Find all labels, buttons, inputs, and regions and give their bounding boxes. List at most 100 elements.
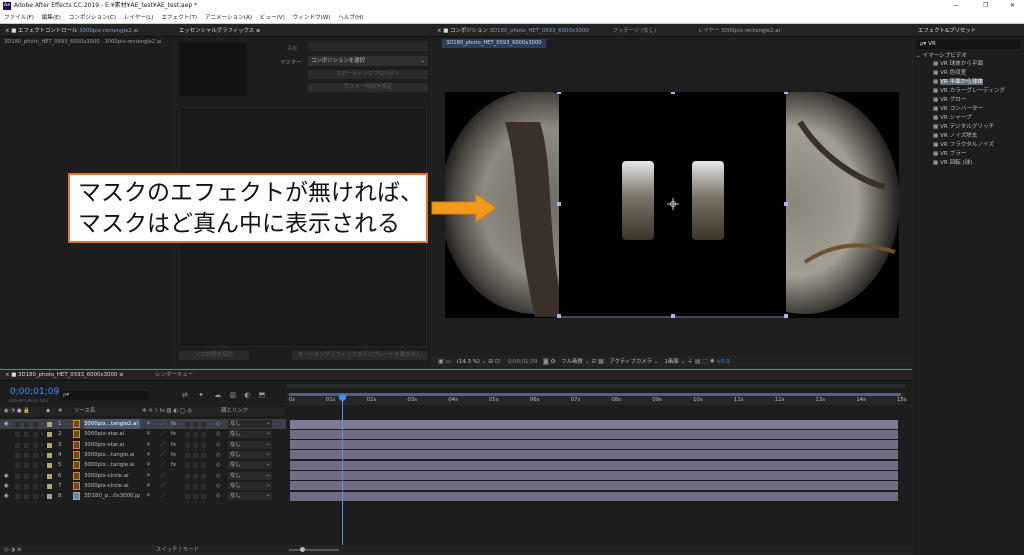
zoom-slider-knob[interactable] — [300, 547, 305, 552]
layer-row[interactable]: › 4 3000pix...tangle.ai ⚘ ／ fx ◎ なし ⌄ — [0, 450, 286, 460]
layer-name[interactable]: 3000pix...tangle.ai — [84, 460, 140, 470]
layer-label-color[interactable] — [47, 494, 52, 500]
layer-row[interactable]: › 5 3000pix...tangle.ai ⚘ ／ fx ◎ なし ⌄ — [0, 460, 286, 470]
layer-label-color[interactable] — [47, 432, 52, 438]
fx-switch-icon[interactable]: fx — [171, 440, 176, 450]
audio-toggle[interactable] — [15, 442, 20, 448]
solo-toggle[interactable] — [24, 494, 29, 500]
playhead[interactable] — [339, 393, 347, 545]
switch-box[interactable] — [185, 432, 190, 438]
fast-preview-icon[interactable]: ⏚ — [687, 356, 693, 367]
menu-help[interactable]: ヘルプ(H) — [338, 12, 363, 23]
layer-name[interactable]: 3000pix...tangle2.ai — [84, 419, 140, 429]
effect-item[interactable]: ▦ VR デジタルグリッチ — [933, 123, 1023, 132]
expand-arrow-icon[interactable]: › — [41, 491, 43, 501]
parent-pickwhip-icon[interactable]: ◎ — [216, 440, 221, 450]
switch-box[interactable] — [201, 473, 206, 479]
minimize-button[interactable]: — — [953, 0, 959, 12]
expand-arrow-icon[interactable]: › — [41, 440, 43, 450]
zoom-slider[interactable] — [289, 549, 339, 551]
switch-box[interactable] — [185, 422, 190, 427]
expand-arrow-icon[interactable]: › — [41, 419, 43, 429]
timeline-scrollbar[interactable] — [287, 384, 905, 388]
solo-toggle[interactable] — [24, 452, 29, 458]
menu-window[interactable]: ウィンドウ(W) — [293, 12, 331, 23]
time-ruler[interactable]: 0s 01s 02s 03s 04s 05s 06s 07s 08s 09s 10s 11s 12s 13… — [287, 393, 907, 405]
switch-box[interactable] — [193, 452, 198, 458]
layer-label-color[interactable] — [47, 483, 52, 489]
tab-render-queue[interactable]: レンダーキュー — [150, 370, 198, 380]
switch-box[interactable] — [185, 463, 190, 469]
render-time-icon[interactable]: ◎ ◑ ⊕ — [4, 545, 21, 555]
lock-toggle[interactable] — [33, 483, 38, 489]
expand-arrow-icon[interactable]: › — [41, 429, 43, 439]
layer-row[interactable]: ◉ › 6 3000pix-circle.ai ⚘ ／ ◎ なし ⌄ — [0, 471, 286, 481]
always-preview-icon[interactable]: ▣ — [438, 356, 444, 367]
layer-name[interactable]: 3000pix-star.ai — [84, 440, 140, 450]
layer-row[interactable]: › 2 3000pix-star.ai ⚘ ／ fx ◎ なし ⌄ — [0, 429, 286, 439]
shy-switch-icon[interactable]: ⚘ — [146, 429, 151, 439]
switch-box[interactable] — [201, 463, 206, 469]
roi-icon[interactable]: ⊟ — [591, 356, 596, 367]
shy-icon[interactable]: ☁ — [214, 391, 221, 399]
visibility-eye-icon[interactable]: ◉ — [4, 481, 9, 491]
lock-toggle[interactable] — [33, 432, 38, 438]
parent-pickwhip-icon[interactable]: ◎ — [216, 491, 221, 501]
layer-name[interactable]: 3000pix-circle.ai — [84, 481, 140, 491]
shy-switch-icon[interactable]: ⚘ — [146, 450, 151, 460]
audio-toggle[interactable] — [15, 452, 20, 458]
parent-pickwhip-icon[interactable]: ◎ — [216, 419, 221, 429]
solo-toggle[interactable] — [24, 432, 29, 438]
chevron-down-icon[interactable]: ⌄ — [482, 356, 487, 367]
tab-effects-presets[interactable]: エフェクト&プリセット — [913, 25, 981, 36]
audio-toggle[interactable] — [15, 483, 20, 489]
switch-box[interactable] — [193, 463, 198, 469]
chevron-down-icon[interactable]: ⌄ — [585, 356, 590, 367]
work-area-bar[interactable] — [289, 393, 901, 396]
camera-icon[interactable]: ◙ — [543, 356, 549, 367]
add-property-button[interactable]: スポーティングプロパティ — [308, 70, 428, 79]
tab-footage[interactable]: フッテージ (なし) — [608, 25, 662, 36]
quality-switch-icon[interactable]: ／ — [160, 429, 165, 439]
layer-label-color[interactable] — [47, 452, 52, 458]
switch-box[interactable] — [193, 432, 198, 438]
quality-switch-icon[interactable]: ／ — [160, 440, 165, 450]
tab-timeline[interactable]: × ■ 3D180_photo_HET_0593_6000x3000 ≡ — [0, 370, 129, 380]
reset-exposure-icon[interactable]: ✹ — [710, 356, 715, 367]
audio-toggle[interactable] — [15, 494, 20, 500]
switch-box[interactable] — [201, 432, 206, 438]
effects-category[interactable]: ⌄ イマーシブビデオ — [916, 51, 967, 59]
layer-name[interactable]: 3000pix...tangle.ai — [84, 450, 140, 460]
lock-toggle[interactable] — [33, 463, 38, 469]
timecode-display[interactable]: 0;00;01;09 — [10, 387, 59, 397]
switch-box[interactable] — [193, 483, 198, 489]
solo-toggle[interactable] — [24, 473, 29, 479]
layer-name[interactable]: 3000pix-star.ai — [84, 429, 140, 439]
shy-switch-icon[interactable]: ⚘ — [146, 491, 151, 501]
effect-item[interactable]: ▦ VR ブラー — [933, 150, 1023, 159]
switch-box[interactable] — [193, 494, 198, 500]
solo-toggle[interactable] — [24, 463, 29, 469]
layer-row[interactable]: ◉ › 1 3000pix...tangle2.ai ⚘ ／ fx ◎ なし ⌄ — [0, 419, 286, 429]
layer-name[interactable]: 3D180_p...0x3000.jpg — [84, 491, 140, 501]
tab-composition[interactable]: × ■ コンポジション 3D180_photo_HET_0593_6000x30… — [432, 25, 594, 36]
tab-essential-graphics[interactable]: エッセンシャルグラフィックス ≡ — [174, 25, 265, 36]
name-field[interactable] — [308, 42, 428, 51]
resolution-select[interactable]: フル画質 — [561, 359, 583, 365]
quality-switch-icon[interactable]: ／ — [160, 481, 165, 491]
shy-switch-icon[interactable]: ⚘ — [146, 440, 151, 450]
expand-arrow-icon[interactable]: › — [41, 460, 43, 470]
layer-label-color[interactable] — [47, 422, 52, 427]
effect-item-selected[interactable]: ▦ VR 平面から球体 — [933, 78, 1023, 87]
expand-arrow-icon[interactable]: › — [41, 471, 43, 481]
fx-switch-icon[interactable]: fx — [171, 429, 176, 439]
switch-box[interactable] — [201, 494, 206, 500]
visibility-eye-icon[interactable]: ◉ — [4, 419, 9, 429]
effect-item[interactable]: ▦ VR シャープ — [933, 114, 1023, 123]
switch-box[interactable] — [201, 442, 206, 448]
switch-box[interactable] — [201, 422, 206, 427]
composition-viewer[interactable] — [445, 92, 899, 318]
quality-switch-icon[interactable]: ／ — [160, 491, 165, 501]
switch-box[interactable] — [193, 422, 198, 427]
shy-switch-icon[interactable]: ⚘ — [146, 460, 151, 470]
